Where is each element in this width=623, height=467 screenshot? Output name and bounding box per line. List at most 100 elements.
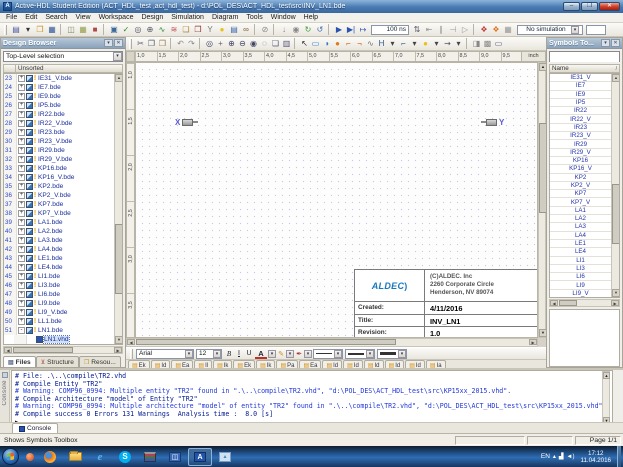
toolbar-icon[interactable]: ↓ xyxy=(278,24,290,35)
scroll-left-icon[interactable]: ◀ xyxy=(550,300,558,306)
menu-item[interactable]: Edit xyxy=(21,14,41,21)
toolbar-icon[interactable]: ∿ xyxy=(365,38,376,49)
line-end-combo[interactable]: ▾ xyxy=(377,349,407,359)
simulation-status-combo[interactable]: No simulation ▾ xyxy=(517,25,583,35)
toolbar-icon[interactable]: ◉ xyxy=(290,24,302,35)
highlight-button[interactable]: ✎ xyxy=(276,349,286,359)
tree-row[interactable]: 49 + LI9_V.bde xyxy=(4,308,114,317)
menu-item[interactable]: Design xyxy=(137,14,167,21)
toolbar-icon[interactable]: ∥ xyxy=(435,24,447,35)
chevron-down-icon[interactable]: ▾ xyxy=(334,350,342,358)
expand-toggle-icon[interactable]: + xyxy=(18,75,25,82)
toolbar-icon[interactable]: ▾ xyxy=(387,38,398,49)
toolbar-icon[interactable]: ▭ xyxy=(493,38,504,49)
clock[interactable]: 17:12 11.04.2016 xyxy=(577,450,614,464)
toolbar-icon[interactable] xyxy=(328,24,331,35)
expand-toggle-icon[interactable]: + xyxy=(18,300,25,307)
port-symbol[interactable] xyxy=(486,119,497,126)
toolbar-icon[interactable]: ▩ xyxy=(482,38,493,49)
toolbar-icon[interactable]: Y xyxy=(204,24,216,35)
secondary-combo[interactable] xyxy=(586,25,606,35)
menu-item[interactable]: Window xyxy=(267,14,300,21)
tree-row[interactable]: 39 + LA1.bde xyxy=(4,218,114,227)
pin-icon[interactable]: ▾ xyxy=(104,39,113,47)
pin-icon[interactable]: ▾ xyxy=(601,39,610,47)
toolbar-icon[interactable]: ◌ xyxy=(259,38,270,49)
symbol-item[interactable]: LI9_V xyxy=(550,290,611,297)
scroll-up-icon[interactable]: ▲ xyxy=(603,372,610,379)
menu-item[interactable]: Tools xyxy=(242,14,266,21)
taskbar-item-winrar[interactable] xyxy=(138,448,162,466)
toolbar-icon[interactable]: ⇝ xyxy=(442,38,453,49)
tree-row[interactable]: 32 + IR29_V.bde xyxy=(4,155,114,164)
expand-toggle-icon[interactable]: + xyxy=(18,111,25,118)
port-symbol[interactable] xyxy=(182,119,193,126)
taskbar-item-media[interactable] xyxy=(23,448,37,466)
toolbar-icon[interactable]: ▶ xyxy=(333,24,345,35)
menu-item[interactable]: Diagram xyxy=(208,14,242,21)
toolbar-icon[interactable]: ❐ xyxy=(34,24,46,35)
maximize-button[interactable]: ❐ xyxy=(581,2,598,11)
taskbar-item-skype[interactable]: S xyxy=(113,448,137,466)
browser-tab[interactable]: ▤ Files xyxy=(3,356,36,367)
menu-item[interactable]: Search xyxy=(41,14,71,21)
menu-item[interactable]: View xyxy=(72,14,95,21)
toolbar-icon[interactable]: ↺ xyxy=(314,24,326,35)
tree-row[interactable]: 41 + LA3.bde xyxy=(4,236,114,245)
expand-toggle-icon[interactable]: + xyxy=(18,120,25,127)
toolbar-icon[interactable]: ▣ xyxy=(108,24,120,35)
output-port-y[interactable]: Y xyxy=(481,118,506,126)
toolbar-icon[interactable]: + xyxy=(215,38,226,49)
symbol-item[interactable]: IE7 xyxy=(550,82,611,90)
symbol-search-box[interactable] xyxy=(549,51,620,62)
toolbar-icon[interactable]: ▦ xyxy=(502,24,514,35)
toolbar-icon[interactable]: ↦ xyxy=(357,24,369,35)
symbol-item[interactable]: LA2 xyxy=(550,215,611,223)
expand-toggle-icon[interactable]: + xyxy=(18,102,25,109)
symbol-search-input[interactable] xyxy=(550,53,619,62)
tree-row[interactable]: 27 + IR22.bde xyxy=(4,110,114,119)
expand-toggle-icon[interactable]: + xyxy=(18,273,25,280)
symbol-item[interactable]: LI6 xyxy=(550,273,611,281)
name-column-header[interactable]: Name xyxy=(552,65,616,72)
expand-toggle-icon[interactable]: + xyxy=(18,309,25,316)
menu-item[interactable]: File xyxy=(2,14,21,21)
tree-row[interactable]: 43 + LE1.bde xyxy=(4,254,114,263)
close-icon[interactable]: ✕ xyxy=(611,39,620,47)
symbol-item[interactable]: KP16 xyxy=(550,157,611,165)
toolbar-icon[interactable]: ▾ xyxy=(409,38,420,49)
tree-row[interactable]: 42 + LA4.bde xyxy=(4,245,114,254)
symbol-item[interactable]: LI1 xyxy=(550,257,611,265)
font-color-button[interactable]: A xyxy=(255,349,267,359)
toolbar-icon[interactable] xyxy=(294,38,297,49)
tree-row[interactable]: 24 + IE7.bde xyxy=(4,83,114,92)
minimize-button[interactable]: – xyxy=(563,2,580,11)
scroll-right-icon[interactable]: ▶ xyxy=(611,300,619,306)
symbols-horizontal-scrollbar[interactable]: ◀ ▶ xyxy=(549,299,620,307)
chevron-down-icon[interactable]: ▾ xyxy=(571,26,579,34)
symbol-item[interactable]: LE4 xyxy=(550,248,611,256)
symbol-item[interactable]: LA1 xyxy=(550,207,611,215)
tree-row[interactable]: 29 + IR23.bde xyxy=(4,128,114,137)
toolbar-icon[interactable] xyxy=(466,38,469,49)
tree-row[interactable]: 40 + LA2.bde xyxy=(4,227,114,236)
toolbar-icon[interactable]: ▤ xyxy=(228,24,240,35)
toolbar-icon[interactable]: ● xyxy=(332,38,343,49)
taskbar-item-firefox[interactable] xyxy=(38,448,62,466)
text-style-button[interactable]: I xyxy=(234,349,244,359)
text-style-button[interactable]: U xyxy=(244,349,254,359)
scroll-up-icon[interactable]: ▲ xyxy=(612,74,620,82)
toolbar-icon[interactable]: ◨ xyxy=(471,38,482,49)
expand-toggle-icon[interactable]: + xyxy=(18,264,25,271)
toolbar-icon[interactable]: ❒ xyxy=(192,24,204,35)
toolbar-icon[interactable]: ≋ xyxy=(168,24,180,35)
expand-toggle-icon[interactable]: + xyxy=(18,183,25,190)
toolbar-icon[interactable]: ⊣ xyxy=(447,24,459,35)
toolbar-icon[interactable] xyxy=(103,24,106,35)
scroll-right-icon[interactable]: ▶ xyxy=(529,339,537,345)
toolbar-icon[interactable] xyxy=(473,24,476,35)
browser-tab[interactable]: ❒ Resou... xyxy=(79,356,121,367)
tree-row[interactable]: 50 + LL1.bde xyxy=(4,317,114,326)
toolbar-icon[interactable]: ⊕ xyxy=(144,24,156,35)
pen-color-button[interactable]: ✒ xyxy=(294,349,304,359)
